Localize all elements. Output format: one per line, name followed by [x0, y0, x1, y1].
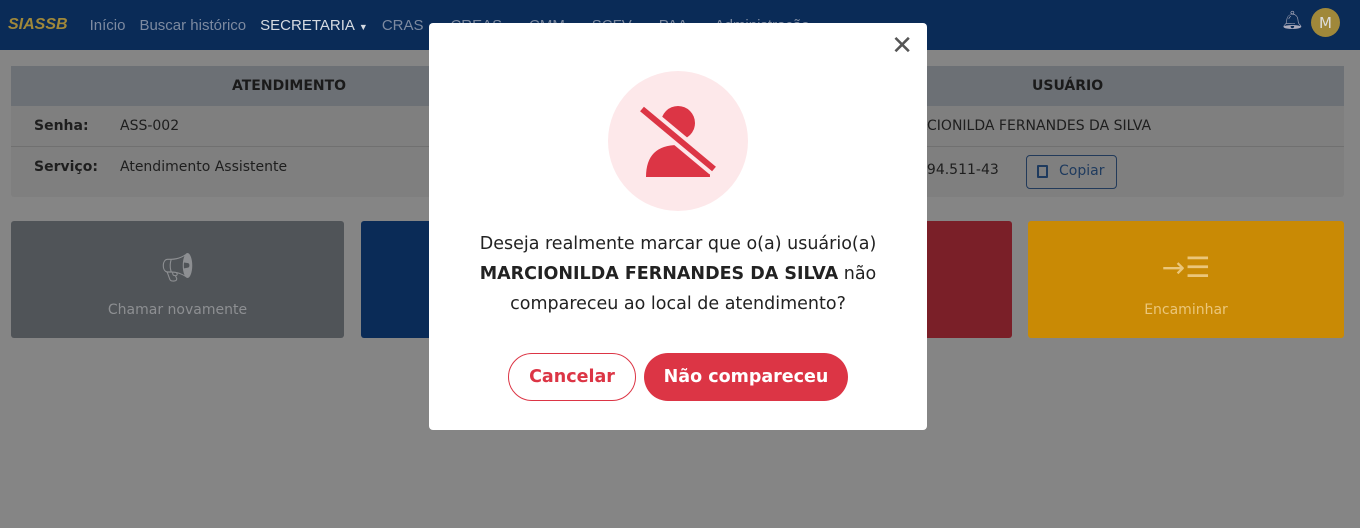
atendimento-header: ATENDIMENTO	[232, 78, 347, 94]
brand-logo[interactable]: SIASSB	[8, 16, 68, 34]
chamar-novamente-button[interactable]: 📢︎ Chamar novamente	[11, 221, 344, 338]
close-icon[interactable]: ✕	[891, 33, 913, 59]
encaminhar-button[interactable]: →☰ Encaminhar	[1028, 221, 1344, 338]
megaphone-icon: 📢︎	[159, 251, 196, 284]
message-text: não	[838, 264, 877, 284]
nav-inicio[interactable]: Início	[90, 17, 126, 34]
forward-list-icon: →☰	[1161, 251, 1211, 284]
caret-down-icon: ▼	[358, 21, 368, 32]
usuario-header: USUÁRIO	[1032, 78, 1104, 94]
servico-value: Atendimento Assistente	[120, 159, 288, 175]
chamar-label: Chamar novamente	[107, 302, 248, 318]
nav-secretaria[interactable]: SECRETARIA ▼	[260, 17, 368, 34]
avatar[interactable]: M	[1311, 8, 1340, 37]
message-line: compareceu ao local de atendimento?	[510, 294, 846, 314]
senha-label: Senha:	[34, 118, 89, 134]
nav-label: SECRETARIA	[260, 16, 355, 34]
copy-label: Copiar	[1059, 163, 1105, 179]
usuario-nome: RCIONILDA FERNANDES DA SILVA	[918, 118, 1152, 134]
cancel-button[interactable]: Cancelar	[508, 353, 636, 401]
nao-compareceu-button[interactable]: Não compareceu	[644, 353, 848, 401]
bell-icon[interactable]: 🔔︎	[1281, 10, 1304, 31]
servico-label: Serviço:	[34, 159, 98, 175]
confirm-dialog: ✕ Deseja realmente marcar que o(a) usuár…	[429, 23, 927, 430]
confirm-message: Deseja realmente marcar que o(a) usuário…	[429, 229, 927, 319]
user-slash-icon	[608, 71, 748, 211]
nav-label: CRAS	[381, 16, 424, 34]
usuario-documento: 994.511-43	[918, 162, 999, 178]
nav-buscar-historico[interactable]: Buscar histórico	[139, 17, 246, 34]
encaminhar-label: Encaminhar	[1144, 302, 1228, 318]
message-line: MARCIONILDA FERNANDES DA SILVA não	[429, 259, 927, 289]
copy-icon	[1037, 165, 1048, 178]
user-name: MARCIONILDA FERNANDES DA SILVA	[479, 264, 839, 284]
message-line: Deseja realmente marcar que o(a) usuário…	[479, 234, 877, 254]
copy-button[interactable]: Copiar	[1026, 155, 1117, 189]
senha-value: ASS-002	[120, 118, 180, 134]
